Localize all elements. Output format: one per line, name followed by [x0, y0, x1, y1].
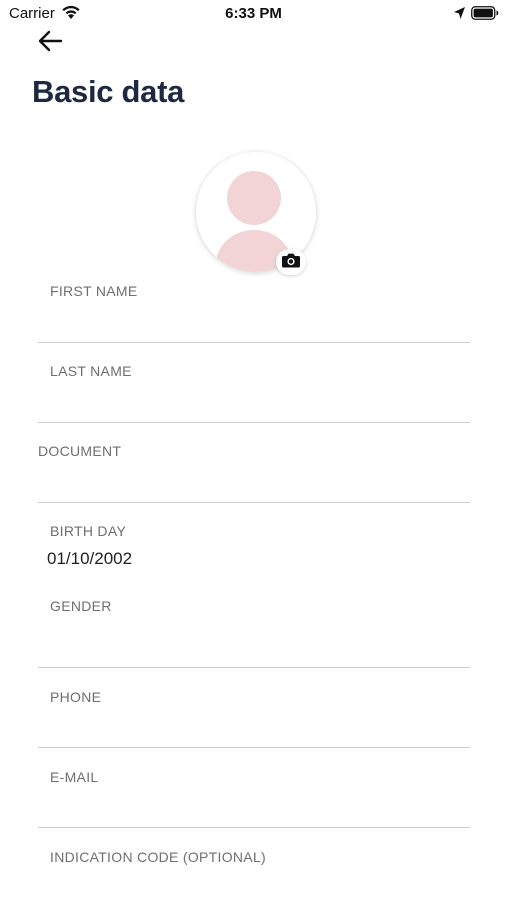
change-photo-button[interactable]: [276, 249, 306, 275]
camera-icon: [281, 252, 301, 273]
page-title: Basic data: [32, 74, 185, 109]
indication-code-input[interactable]: [38, 869, 470, 897]
profile-avatar[interactable]: [196, 152, 316, 275]
status-bar: Carrier 6:33 PM: [0, 0, 507, 28]
document-underline: [38, 502, 470, 503]
document-label: DOCUMENT: [38, 443, 122, 459]
email-input[interactable]: [38, 797, 470, 827]
last-name-field: LAST NAME: [38, 363, 470, 425]
back-button[interactable]: [36, 30, 64, 56]
email-field: E-MAIL: [38, 769, 470, 831]
gender-select[interactable]: [38, 630, 470, 660]
phone-label: PHONE: [50, 689, 102, 705]
gender-underline: [38, 667, 470, 668]
phone-input[interactable]: [38, 717, 470, 747]
location-arrow-icon: [453, 6, 466, 25]
phone-field: PHONE: [38, 689, 470, 751]
email-underline: [38, 827, 470, 828]
last-name-label: LAST NAME: [50, 363, 132, 379]
document-input[interactable]: [38, 471, 470, 501]
document-field: DOCUMENT: [38, 443, 470, 505]
first-name-field: FIRST NAME: [38, 283, 470, 345]
indication-code-field: INDICATION CODE (OPTIONAL): [38, 849, 470, 897]
arrow-left-icon: [37, 30, 63, 57]
birth-day-label: BIRTH DAY: [50, 523, 127, 539]
birth-day-value[interactable]: 01/10/2002: [47, 549, 132, 569]
status-time: 6:33 PM: [225, 5, 282, 22]
indication-code-label: INDICATION CODE (OPTIONAL): [50, 849, 266, 865]
last-name-input[interactable]: [38, 391, 470, 421]
gender-field[interactable]: GENDER: [38, 598, 470, 670]
email-label: E-MAIL: [50, 769, 99, 785]
battery-icon: [471, 6, 499, 25]
phone-underline: [38, 747, 470, 748]
first-name-input[interactable]: [38, 311, 470, 341]
birth-day-field[interactable]: BIRTH DAY 01/10/2002: [38, 523, 470, 569]
gender-label: GENDER: [50, 598, 112, 614]
first-name-underline: [38, 342, 470, 343]
last-name-underline: [38, 422, 470, 423]
first-name-label: FIRST NAME: [50, 283, 138, 299]
